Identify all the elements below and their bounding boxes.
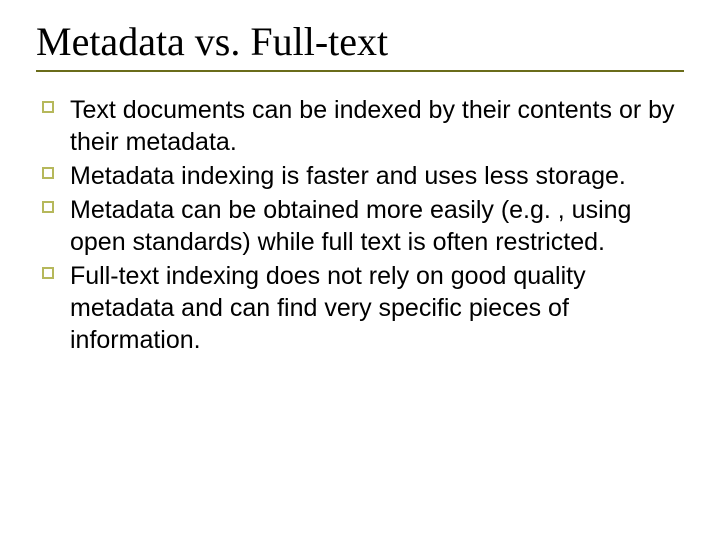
square-bullet-icon xyxy=(42,101,54,113)
list-item: Text documents can be indexed by their c… xyxy=(40,94,676,158)
list-item: Full-text indexing does not rely on good… xyxy=(40,260,676,356)
bullet-list: Text documents can be indexed by their c… xyxy=(36,94,684,356)
square-bullet-icon xyxy=(42,201,54,213)
title-underline xyxy=(36,70,684,72)
bullet-text: Metadata can be obtained more easily (e.… xyxy=(70,196,631,256)
list-item: Metadata indexing is faster and uses les… xyxy=(40,160,676,192)
square-bullet-icon xyxy=(42,167,54,179)
slide: Metadata vs. Full-text Text documents ca… xyxy=(0,0,720,540)
slide-title: Metadata vs. Full-text xyxy=(36,20,684,64)
square-bullet-icon xyxy=(42,267,54,279)
bullet-text: Text documents can be indexed by their c… xyxy=(70,96,675,156)
list-item: Metadata can be obtained more easily (e.… xyxy=(40,194,676,258)
bullet-text: Metadata indexing is faster and uses les… xyxy=(70,162,626,190)
bullet-text: Full-text indexing does not rely on good… xyxy=(70,262,586,354)
